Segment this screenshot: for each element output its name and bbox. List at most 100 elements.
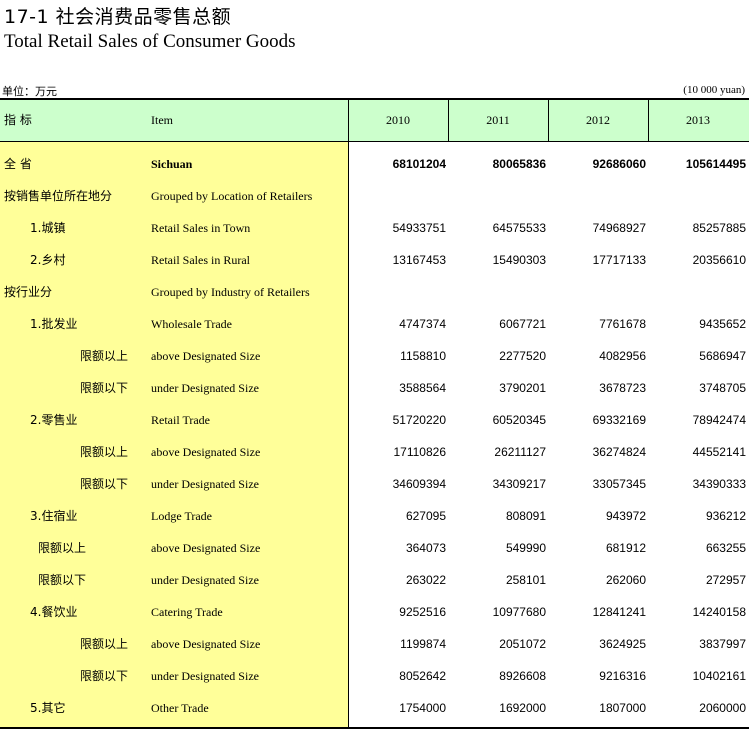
value-cell: 15490303 [492, 253, 546, 267]
value-cell: 3624925 [599, 637, 646, 651]
table-row: 限额以上 above Designated Size 1199874 2051072 3… [0, 628, 749, 660]
table-row: 全 省 Sichuan 68101204 80065836 92686060 105614… [0, 148, 749, 180]
value-cell: 85257885 [692, 221, 746, 235]
header-year: 2012 [586, 113, 610, 127]
header-bottom-rule [0, 141, 749, 142]
value-cell: 1754000 [399, 701, 446, 715]
value-cell: 936212 [705, 509, 746, 523]
value-cell: 92686060 [592, 157, 646, 171]
header-year: 2010 [386, 113, 410, 127]
row-label-chinese: 1.城镇 [30, 221, 66, 235]
row-label-chinese: 按销售单位所在地分 [4, 189, 113, 203]
table-row: 限额以上 above Designated Size 17110826 2621112… [0, 436, 749, 468]
value-cell: 34309217 [492, 477, 546, 491]
table-bottom-rule [0, 727, 749, 729]
value-cell: 60520345 [492, 413, 546, 427]
value-cell: 36274824 [592, 445, 646, 459]
row-label-english: above Designated Size [151, 637, 261, 651]
row-label-chinese: 全 省 [4, 157, 32, 171]
value-cell: 12841241 [592, 605, 646, 619]
value-cell: 74968927 [592, 221, 646, 235]
value-cell: 1199874 [400, 637, 446, 651]
value-cell: 8926608 [499, 669, 546, 683]
value-cell: 1692000 [499, 701, 546, 715]
table-row: 4.餐饮业 Catering Trade 9252516 10977680 128412… [0, 596, 749, 628]
table-row: 限额以上 above Designated Size 364073 549990 681… [0, 532, 749, 564]
value-cell: 3748705 [699, 381, 746, 395]
row-label-chinese: 限额以上 [38, 541, 87, 555]
row-label-english: above Designated Size [151, 445, 261, 459]
row-label-chinese: 限额以下 [80, 381, 129, 395]
table-row: 限额以下 under Designated Size 8052642 8926608 9… [0, 660, 749, 692]
header-item-chinese: 指 标 [4, 113, 32, 127]
row-label-english: Other Trade [151, 701, 209, 715]
value-cell: 6067721 [499, 317, 546, 331]
row-label-english: under Designated Size [151, 381, 259, 395]
value-cell: 64575533 [492, 221, 546, 235]
value-cell: 51720220 [392, 413, 446, 427]
value-cell: 69332169 [592, 413, 646, 427]
value-cell: 9216316 [599, 669, 646, 683]
value-cell: 627095 [405, 509, 446, 523]
value-cell: 3790201 [499, 381, 546, 395]
page-title-english: Total Retail Sales of Consumer Goods [4, 31, 296, 52]
value-cell: 9252516 [399, 605, 446, 619]
value-cell: 8052642 [399, 669, 446, 683]
row-label-chinese: 按行业分 [4, 285, 53, 299]
value-cell: 10402161 [692, 669, 746, 683]
table-row: 2.零售业 Retail Trade 51720220 60520345 6933216… [0, 404, 749, 436]
value-cell: 80065836 [492, 157, 546, 171]
value-cell: 2051072 [499, 637, 546, 651]
value-cell: 34390333 [692, 477, 746, 491]
value-cell: 17717133 [592, 253, 646, 267]
unit-label-english: (10 000 yuan) [683, 84, 745, 96]
row-label-english: Retail Trade [151, 413, 210, 427]
row-label-chinese: 限额以上 [80, 637, 129, 651]
header-year: 2013 [686, 113, 710, 127]
value-cell: 9435652 [699, 317, 746, 331]
table-row: 2.乡村 Retail Sales in Rural 13167453 154903… [0, 244, 749, 276]
value-cell: 105614495 [685, 157, 746, 171]
value-cell: 808091 [505, 509, 546, 523]
value-cell: 663255 [705, 541, 746, 555]
value-cell: 1158810 [400, 349, 446, 363]
value-cell: 364073 [405, 541, 446, 555]
value-cell: 78942474 [692, 413, 746, 427]
table-row: 限额以下 under Designated Size 34609394 3430921… [0, 468, 749, 500]
value-cell: 3588564 [399, 381, 446, 395]
unit-label-chinese: 单位：万元 [2, 85, 57, 98]
value-cell: 17110826 [393, 445, 447, 459]
row-label-chinese: 1.批发业 [30, 317, 78, 331]
row-label-english: Retail Sales in Town [151, 221, 251, 235]
value-cell: 1807000 [599, 701, 646, 715]
value-cell: 2060000 [699, 701, 746, 715]
value-cell: 262060 [605, 573, 646, 587]
table-row: 限额以下 under Designated Size 3588564 3790201 3… [0, 372, 749, 404]
row-label-chinese: 限额以上 [80, 445, 129, 459]
value-cell: 5686947 [699, 349, 746, 363]
value-cell: 4082956 [599, 349, 646, 363]
value-cell: 68101204 [392, 157, 446, 171]
table-row: 限额以下 under Designated Size 263022 258101 262… [0, 564, 749, 596]
row-label-chinese: 2.零售业 [30, 413, 78, 427]
value-cell: 34609394 [392, 477, 446, 491]
value-cell: 681912 [605, 541, 646, 555]
table-row: 按销售单位所在地分 Grouped by Location of Retailer… [0, 180, 749, 212]
row-label-english: Grouped by Location of Retailers [151, 189, 313, 203]
value-cell: 263022 [405, 573, 446, 587]
value-cell: 10977680 [492, 605, 546, 619]
row-label-english: above Designated Size [151, 349, 261, 363]
value-cell: 2277520 [499, 349, 546, 363]
value-cell: 14240158 [692, 605, 746, 619]
value-cell: 54933751 [392, 221, 446, 235]
row-label-chinese: 限额以下 [38, 573, 87, 587]
value-cell: 33057345 [592, 477, 646, 491]
row-label-english: under Designated Size [151, 477, 259, 491]
header-year: 2011 [486, 113, 510, 127]
page-title-chinese: 17-1 社会消费品零售总额 [4, 6, 232, 28]
table-row: 1.批发业 Wholesale Trade 4747374 6067721 776167… [0, 308, 749, 340]
value-cell: 20356610 [692, 253, 746, 267]
row-label-chinese: 4.餐饮业 [30, 605, 78, 619]
row-label-english: Grouped by Industry of Retailers [151, 285, 310, 299]
row-label-chinese: 3.住宿业 [30, 509, 78, 523]
